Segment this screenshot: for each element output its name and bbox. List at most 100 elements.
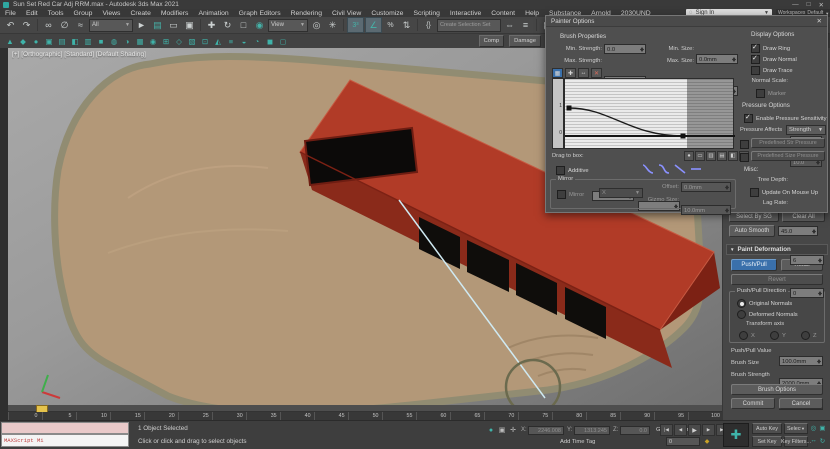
menu-item[interactable]: Content bbox=[486, 10, 520, 17]
falloff-curve-window[interactable] bbox=[564, 78, 734, 149]
toolbar2-icon[interactable]: ⊡ bbox=[199, 36, 211, 47]
key-mode-toggle-icon[interactable]: ◆ bbox=[702, 436, 712, 446]
curve-grid-tool-icon[interactable]: ▦ bbox=[552, 68, 563, 78]
preset-ease-s-icon[interactable] bbox=[658, 164, 670, 174]
original-normals-radio[interactable]: Original Normals bbox=[737, 299, 792, 308]
select-object-icon[interactable]: ► bbox=[134, 18, 149, 32]
play-icon[interactable]: ▶ bbox=[688, 424, 701, 436]
redo-icon[interactable]: ↷ bbox=[19, 18, 34, 32]
marker-checkbox[interactable]: Marker bbox=[756, 89, 786, 98]
undo-icon[interactable]: ↶ bbox=[3, 18, 18, 32]
min-strength-field[interactable]: 0.0 bbox=[604, 44, 646, 54]
auto-key-button[interactable]: Auto Key bbox=[752, 423, 782, 434]
draw-normal-checkbox[interactable]: Draw Normal bbox=[751, 55, 797, 64]
toolbar2-icon[interactable]: ▣ bbox=[43, 36, 55, 47]
menu-item[interactable]: Tools bbox=[43, 10, 69, 17]
zoom-extents-icon[interactable]: ▣ bbox=[818, 423, 827, 432]
toolbar2-icon[interactable]: ◧ bbox=[69, 36, 81, 47]
offset-field[interactable]: 0.0mm bbox=[681, 182, 731, 192]
orbit-icon[interactable]: ↻ bbox=[818, 436, 827, 445]
cancel-button[interactable]: Cancel bbox=[779, 398, 823, 409]
menu-item[interactable]: Customize bbox=[366, 10, 408, 17]
curve-display-icon[interactable]: ◧ bbox=[728, 151, 738, 161]
selected-filter-dropdown[interactable]: Selected▼ bbox=[784, 423, 808, 434]
large-crosshair-button[interactable]: ✚ bbox=[723, 423, 749, 447]
reference-coordinate-dropdown[interactable]: View▼ bbox=[268, 19, 308, 32]
revert-button[interactable]: Revert bbox=[731, 274, 823, 285]
go-to-start-icon[interactable]: |◀ bbox=[660, 424, 673, 436]
commit-button[interactable]: Commit bbox=[731, 398, 775, 409]
toolbar2-icon[interactable]: ≡ bbox=[225, 36, 237, 47]
viewport-label[interactable]: [+] [Orthographic] [Standard] [Default S… bbox=[12, 51, 146, 58]
additive-checkbox[interactable]: Additive bbox=[556, 166, 589, 175]
select-and-move-icon[interactable]: ✚ bbox=[204, 18, 219, 32]
time-slider-track[interactable] bbox=[8, 405, 722, 412]
toolbar2-icon[interactable]: ▤ bbox=[56, 36, 68, 47]
spinner-snap-icon[interactable]: ⇅ bbox=[399, 18, 414, 32]
predefined-size-pressure-button[interactable]: Predefined Size Pressure bbox=[751, 151, 825, 161]
toolbar2-icon[interactable]: ◇ bbox=[173, 36, 185, 47]
toolbar2-icon[interactable]: ◭ bbox=[212, 36, 224, 47]
select-by-name-icon[interactable]: ▤ bbox=[150, 18, 165, 32]
toolbar2-icon[interactable]: ◒ bbox=[238, 36, 250, 47]
next-frame-icon[interactable]: ▶ bbox=[702, 424, 715, 436]
menu-item[interactable]: Interactive bbox=[445, 10, 486, 17]
percent-snap-icon[interactable]: % bbox=[383, 18, 398, 32]
menu-item[interactable]: File bbox=[0, 10, 21, 17]
update-on-mouse-up-checkbox[interactable]: Update On Mouse Up bbox=[750, 188, 818, 197]
select-and-scale-icon[interactable]: □ bbox=[236, 18, 251, 32]
dialog-close-icon[interactable]: ✕ bbox=[817, 17, 822, 25]
auto-smooth-threshold-field[interactable]: 45.0 bbox=[778, 226, 818, 236]
mirror-axis-dropdown[interactable]: X▼ bbox=[599, 188, 643, 198]
title-bar[interactable]: Sun Set Red Car Adj RRM.max - Autodesk 3… bbox=[0, 0, 830, 9]
bind-to-space-warp-icon[interactable]: ≈ bbox=[73, 18, 88, 32]
toolbar2-icon[interactable]: ◉ bbox=[147, 36, 159, 47]
enable-pressure-sensitivity-checkbox[interactable]: Enable Pressure Sensitivity bbox=[744, 114, 827, 123]
curve-display-icon[interactable]: ▥ bbox=[706, 151, 716, 161]
deformed-normals-radio[interactable]: Deformed Normals bbox=[737, 310, 798, 319]
select-and-manipulate-icon[interactable]: ✳ bbox=[325, 18, 340, 32]
curve-scale-point-icon[interactable]: ↔ bbox=[578, 68, 589, 78]
axis-y-radio[interactable]: Y bbox=[770, 331, 786, 340]
predefined-size-checkbox[interactable] bbox=[740, 153, 749, 162]
minimize-button[interactable]: — bbox=[792, 1, 799, 9]
menu-item[interactable]: Views bbox=[97, 10, 125, 17]
toolbar2-icon[interactable]: ▥ bbox=[82, 36, 94, 47]
dialog-title-bar[interactable]: Painter Options ✕ bbox=[546, 16, 827, 27]
curve-display-icon[interactable]: ▤ bbox=[717, 151, 727, 161]
unlink-selection-icon[interactable]: ∅ bbox=[57, 18, 72, 32]
align-icon[interactable]: ≡ bbox=[518, 18, 533, 32]
menu-item[interactable]: Civil View bbox=[327, 10, 366, 17]
menu-item[interactable]: Help bbox=[520, 10, 544, 17]
key-filters-button[interactable]: Key Filters... bbox=[784, 436, 808, 447]
mirror-icon[interactable]: ⇔ bbox=[502, 18, 517, 32]
toolbar2-icon[interactable]: ▧ bbox=[186, 36, 198, 47]
preset-ease-steep-icon[interactable] bbox=[642, 164, 654, 174]
preset-linear-icon[interactable] bbox=[674, 164, 686, 174]
maxscript-mini-listener[interactable]: MAXScript Mi bbox=[1, 434, 129, 447]
toolbar2-icon[interactable]: ◆ bbox=[17, 36, 29, 47]
window-crossing-icon[interactable]: ▣ bbox=[182, 18, 197, 32]
brush-options-button[interactable]: Brush Options bbox=[731, 384, 823, 395]
select-and-rotate-icon[interactable]: ↻ bbox=[220, 18, 235, 32]
curve-delete-point-icon[interactable]: ✕ bbox=[591, 68, 602, 78]
comp-button[interactable]: Comp bbox=[479, 35, 504, 47]
push-pull-button[interactable]: Push/Pull bbox=[731, 259, 777, 271]
toolbar2-icon[interactable]: ◻ bbox=[277, 36, 289, 47]
add-time-tag[interactable]: Add Time Tag bbox=[560, 439, 595, 445]
tree-depth-field[interactable]: 6 bbox=[790, 255, 824, 265]
menu-item[interactable]: Graph Editors bbox=[234, 10, 286, 17]
selection-filter-dropdown[interactable]: All▼ bbox=[89, 19, 133, 32]
angle-snap-icon[interactable]: ∠ bbox=[365, 17, 382, 33]
toolbar2-icon[interactable]: ● bbox=[30, 36, 42, 47]
axis-z-radio[interactable]: Z bbox=[801, 331, 817, 340]
select-and-link-icon[interactable]: ∞ bbox=[41, 18, 56, 32]
damage-button[interactable]: Damage bbox=[509, 35, 541, 47]
toolbar2-icon[interactable]: ◍ bbox=[108, 36, 120, 47]
toolbar2-icon[interactable]: ◼ bbox=[264, 36, 276, 47]
menu-item[interactable]: Rendering bbox=[286, 10, 327, 17]
lag-rate-field[interactable]: 0 bbox=[790, 288, 824, 298]
menu-item[interactable]: Animation bbox=[193, 10, 233, 17]
toolbar2-icon[interactable]: ■ bbox=[95, 36, 107, 47]
pan-icon[interactable]: ↔ bbox=[809, 436, 818, 445]
